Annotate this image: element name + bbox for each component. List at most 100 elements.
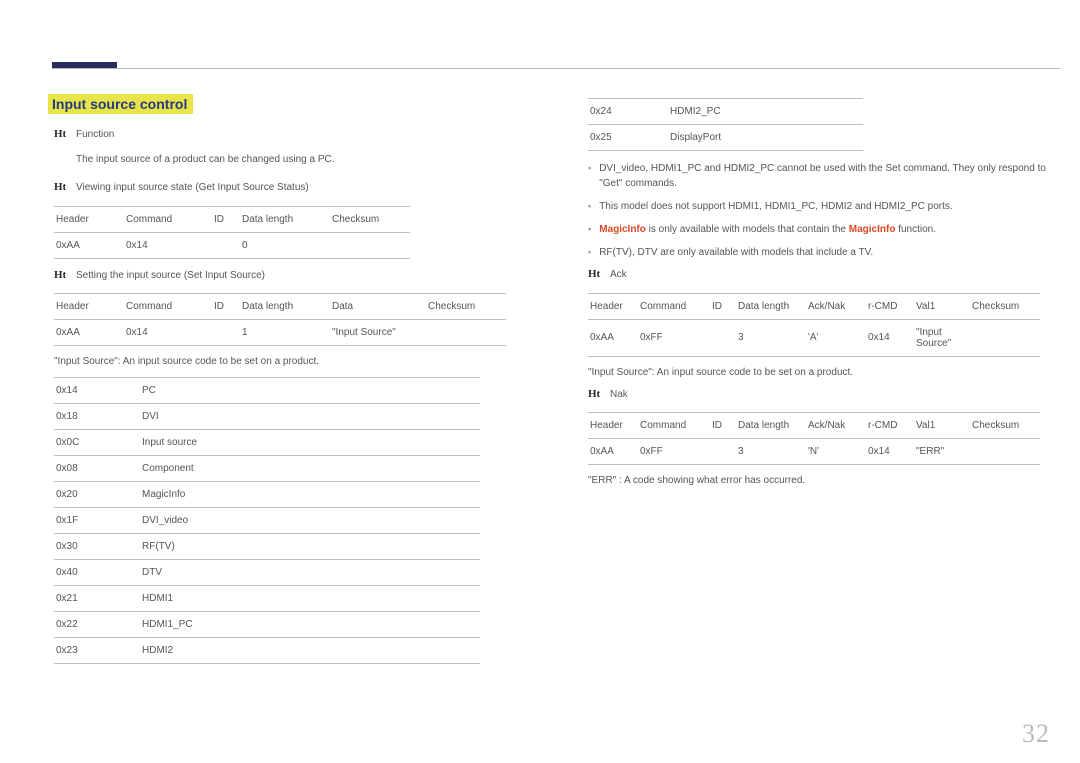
th: Data length (240, 294, 330, 320)
magicinfo-term: MagicInfo (599, 224, 646, 235)
note: ▪ RF(TV), DTV are only available with mod… (588, 245, 1056, 260)
th: ID (710, 293, 736, 319)
item-nak: Ht Nak (588, 388, 1056, 403)
td: "ERR" (914, 439, 970, 465)
td: 3 (736, 319, 806, 356)
td: 0x14 (124, 232, 212, 258)
td: 0xAA (588, 439, 638, 465)
bullet-icon: ▪ (588, 245, 591, 260)
bullet-icon: ▪ (588, 222, 591, 237)
th: r-CMD (866, 293, 914, 319)
th: Checksum (426, 294, 506, 320)
td: RF(TV) (140, 534, 480, 560)
table-ack: Header Command ID Data length Ack/Nak r-… (588, 293, 1040, 357)
table-row: 0x21HDMI1 (54, 586, 480, 612)
right-column: 0x24HDMI2_PC 0x25DisplayPort ▪DVI_video,… (582, 94, 1056, 674)
td: 0xAA (54, 232, 124, 258)
td: DTV (140, 560, 480, 586)
bullet-icon: ▪ (588, 199, 591, 214)
bullet-glyph: Ht (588, 388, 610, 403)
td (212, 232, 240, 258)
table-row: 0x14PC (54, 378, 480, 404)
td: DVI_video (140, 508, 480, 534)
td: 0x14 (54, 378, 140, 404)
th: Checksum (970, 413, 1040, 439)
th: ID (710, 413, 736, 439)
table-row: Header Command ID Data length Checksum (54, 206, 410, 232)
content-columns: Input source control Ht Function The inp… (48, 94, 1056, 674)
table-row: 0xAA 0xFF 3 'A' 0x14 "Input Source" (588, 319, 1040, 356)
th: Data length (736, 413, 806, 439)
th: ID (212, 294, 240, 320)
th: Header (54, 294, 124, 320)
header-rule (52, 68, 1060, 69)
td: 1 (240, 320, 330, 346)
table-nak: Header Command ID Data length Ack/Nak r-… (588, 412, 1040, 465)
note-text: MagicInfo is only available with models … (599, 222, 936, 237)
td: MagicInfo (140, 482, 480, 508)
th: Checksum (970, 293, 1040, 319)
th: Val1 (914, 293, 970, 319)
bullet-glyph: Ht (54, 181, 76, 196)
td (330, 232, 410, 258)
th: Checksum (330, 206, 410, 232)
td: 0xFF (638, 439, 710, 465)
td: HDMI1 (140, 586, 480, 612)
td: 0x24 (588, 99, 668, 125)
table-row: Header Command ID Data length Ack/Nak r-… (588, 293, 1040, 319)
td: Input source (140, 430, 480, 456)
table-row: 0x22HDMI1_PC (54, 612, 480, 638)
td: 0x21 (54, 586, 140, 612)
label-function: Function (76, 128, 114, 143)
bullet-glyph: Ht (54, 269, 76, 284)
td: 0x40 (54, 560, 140, 586)
td: "Input Source" (330, 320, 426, 346)
item-function: Ht Function (54, 128, 522, 143)
desc-input-source: "Input Source": An input source code to … (54, 356, 522, 367)
td: 3 (736, 439, 806, 465)
th: Header (588, 293, 638, 319)
left-column: Input source control Ht Function The inp… (48, 94, 522, 674)
item-setting: Ht Setting the input source (Set Input S… (54, 269, 522, 284)
td: Component (140, 456, 480, 482)
table-row: 0x08Component (54, 456, 480, 482)
note: ▪ MagicInfo is only available with model… (588, 222, 1056, 237)
table-row: 0x1FDVI_video (54, 508, 480, 534)
td: HDMI1_PC (140, 612, 480, 638)
th: ID (212, 206, 240, 232)
td (970, 439, 1040, 465)
item-viewing: Ht Viewing input source state (Get Input… (54, 181, 522, 196)
td: 'N' (806, 439, 866, 465)
table-row: 0x20MagicInfo (54, 482, 480, 508)
td (970, 319, 1040, 356)
td: 0x20 (54, 482, 140, 508)
item-ack: Ht Ack (588, 268, 1056, 283)
table-row: Header Command ID Data length Ack/Nak r-… (588, 413, 1040, 439)
table-set-source: Header Command ID Data length Data Check… (54, 293, 506, 346)
td (426, 320, 506, 346)
td: 0x14 (866, 319, 914, 356)
td (710, 319, 736, 356)
td: 0x18 (54, 404, 140, 430)
td: DisplayPort (668, 125, 863, 151)
td: PC (140, 378, 480, 404)
function-text: The input source of a product can be cha… (76, 153, 522, 168)
th: Command (124, 294, 212, 320)
table-get-status: Header Command ID Data length Checksum 0… (54, 206, 410, 259)
td: HDMI2_PC (668, 99, 863, 125)
table-row: 0xAA 0x14 0 (54, 232, 410, 258)
td: 0x22 (54, 612, 140, 638)
td: 0xAA (54, 320, 124, 346)
td: 0x30 (54, 534, 140, 560)
section-heading: Input source control (48, 94, 193, 114)
th: Ack/Nak (806, 293, 866, 319)
table-row: 0x24HDMI2_PC (588, 99, 863, 125)
table-row: 0x0CInput source (54, 430, 480, 456)
th: r-CMD (866, 413, 914, 439)
label-setting: Setting the input source (Set Input Sour… (76, 269, 265, 284)
td: 0x25 (588, 125, 668, 151)
note-text: RF(TV), DTV are only available with mode… (599, 245, 873, 260)
td: 0x08 (54, 456, 140, 482)
table-row: 0x25DisplayPort (588, 125, 863, 151)
td: 0xFF (638, 319, 710, 356)
